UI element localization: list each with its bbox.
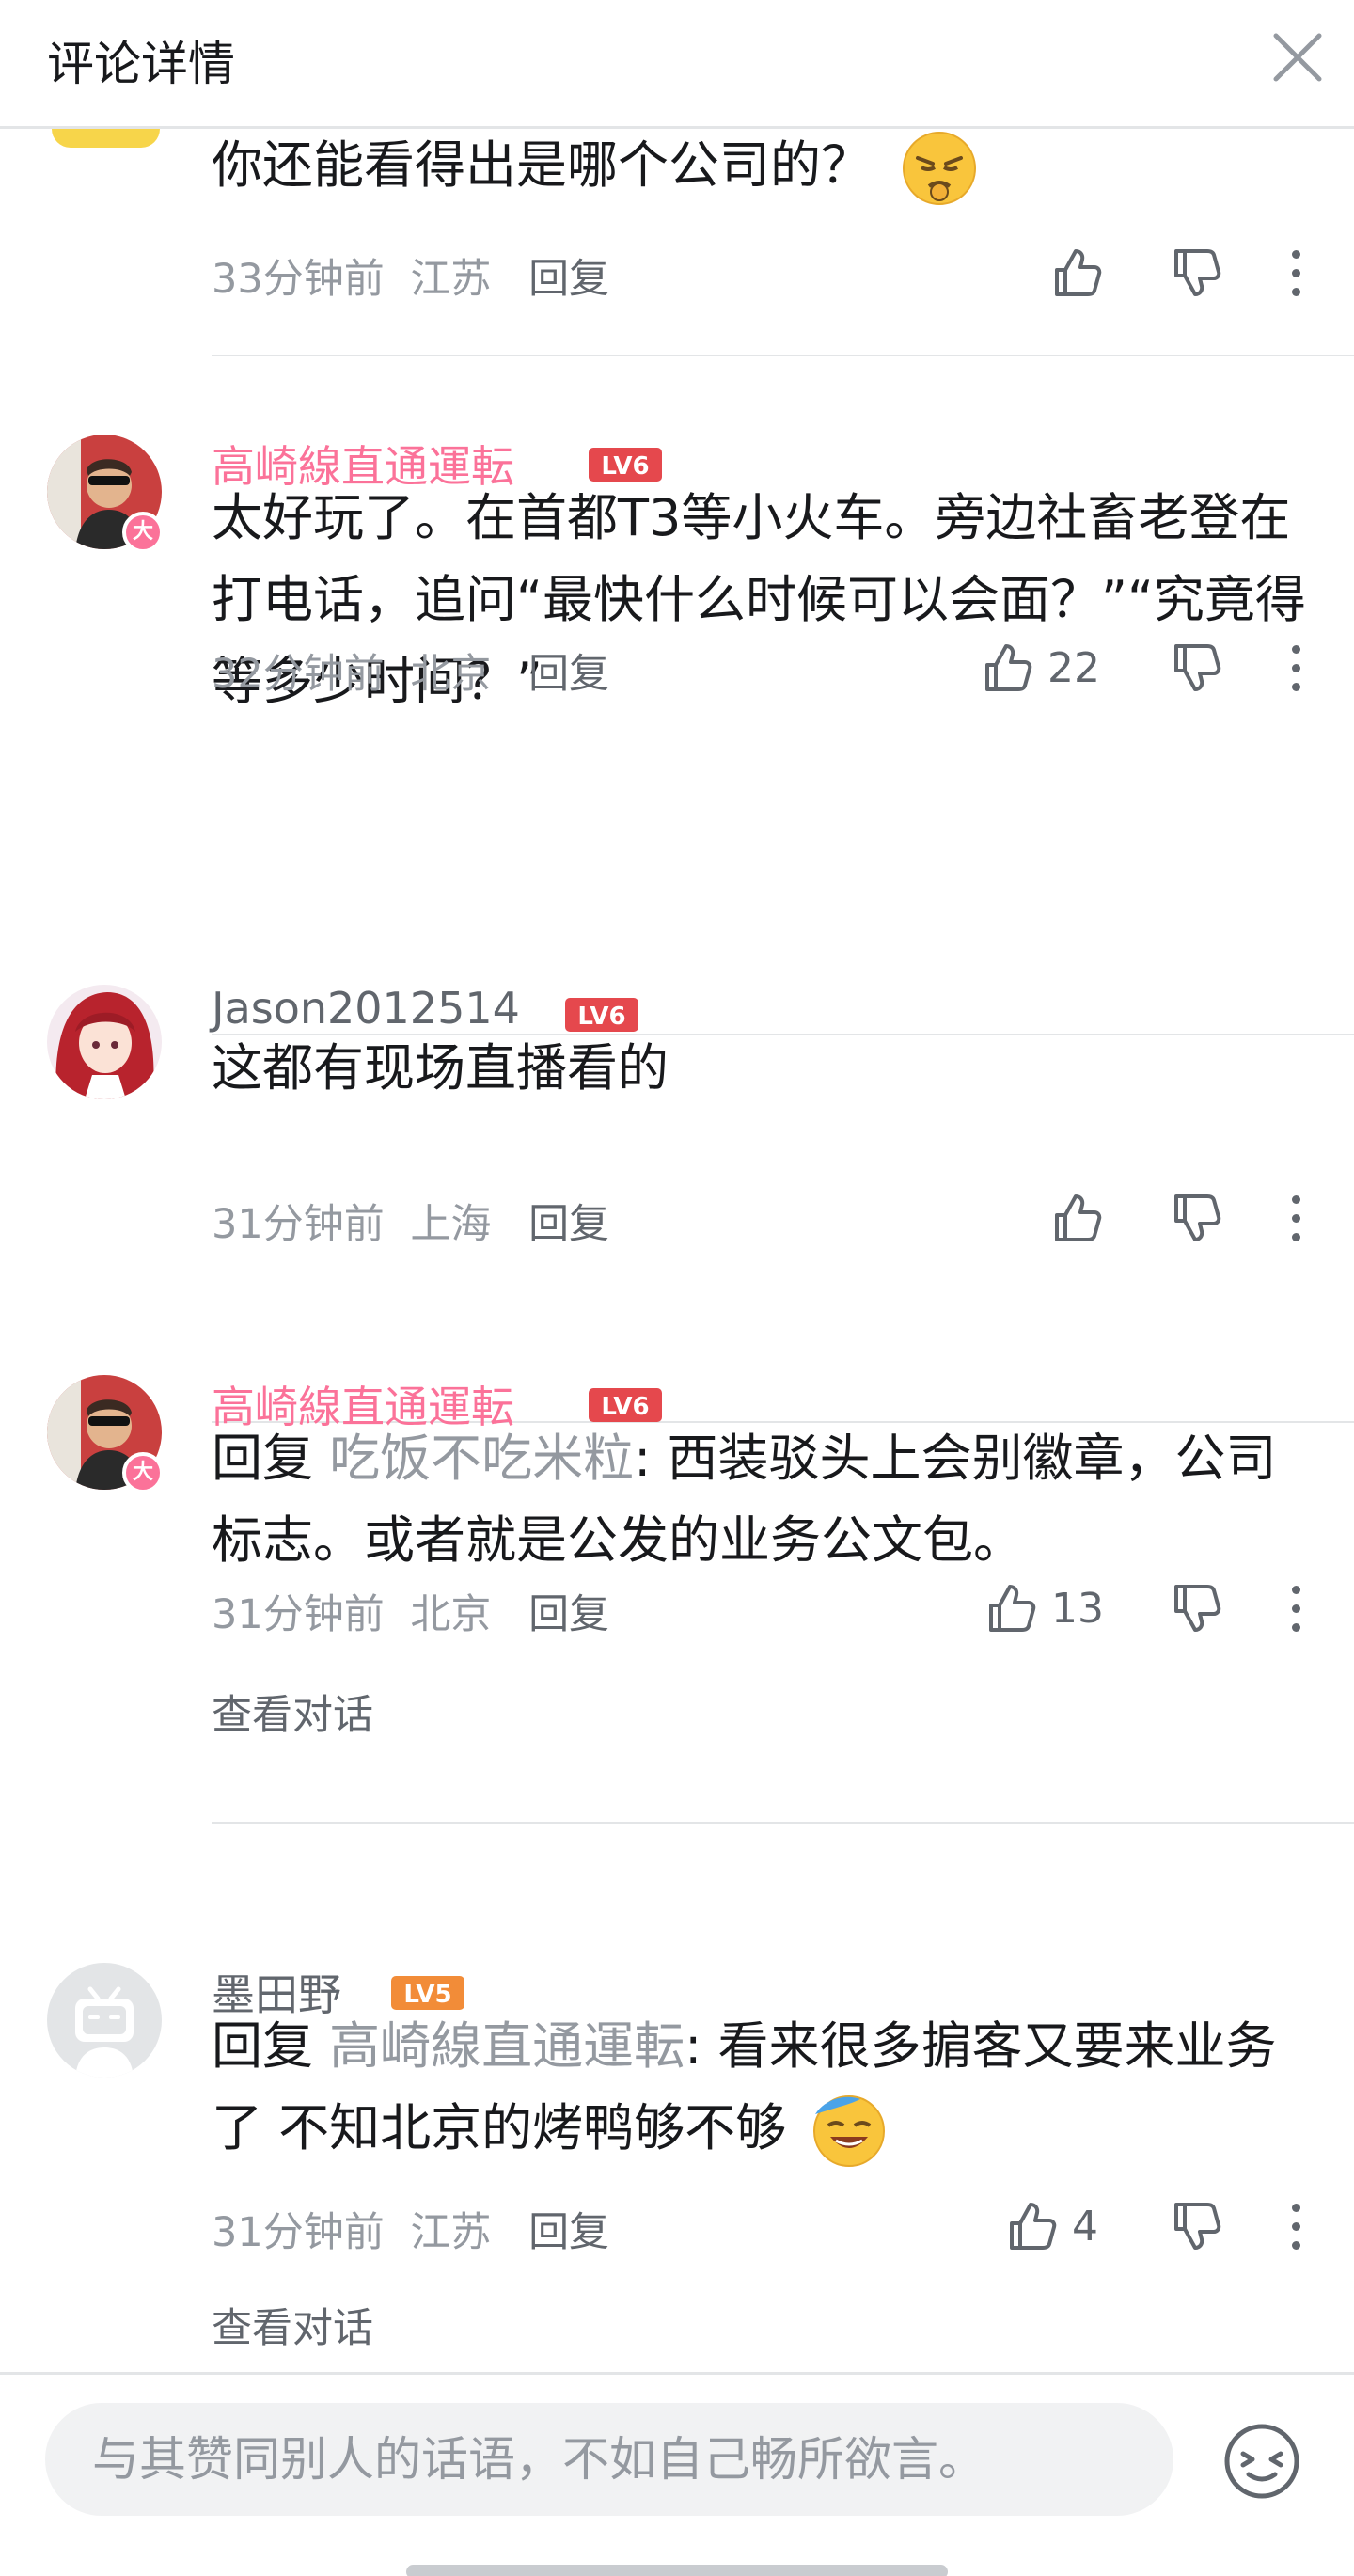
like-count: 13: [1051, 1584, 1104, 1633]
verified-badge: 大: [122, 1452, 164, 1493]
comment-location: 江苏: [410, 2209, 492, 2256]
comment-content: 回复 吃饭不吃米粒: 西装驳头上会别徽章，公司标志。或者就是公发的业务公文包。: [212, 1429, 1277, 1570]
header: 评论详情: [0, 0, 1354, 129]
thumbs-up-icon: [1055, 249, 1102, 296]
reply-to-username[interactable]: 高崎線直通運転: [329, 2016, 685, 2076]
like-button[interactable]: 4: [1004, 2193, 1098, 2259]
comment-meta: 32分钟前 北京 回复: [212, 641, 609, 700]
comment-input[interactable]: [45, 2403, 1173, 2516]
comment-time: 33分钟前: [212, 256, 385, 303]
thumbs-up-icon: [1055, 1194, 1102, 1241]
dislike-button[interactable]: [1163, 1575, 1229, 1641]
default-avatar-icon: [47, 1963, 162, 2078]
like-button[interactable]: [1044, 240, 1110, 306]
like-count: 4: [1072, 2202, 1098, 2251]
comment-meta: 33分钟前 江苏 回复: [212, 246, 609, 305]
like-button[interactable]: 22: [980, 635, 1100, 701]
more-button[interactable]: [1277, 2193, 1315, 2259]
close-button[interactable]: [1265, 24, 1330, 90]
home-indicator: [406, 2565, 948, 2576]
view-conversation-link[interactable]: 查看对话: [212, 2296, 373, 2354]
like-count: 22: [1047, 643, 1100, 692]
reply-button[interactable]: 回复: [528, 2209, 609, 2256]
thumbs-up-icon: [989, 1585, 1036, 1632]
divider: [212, 1822, 1354, 1824]
sneer-emoji-icon: [903, 132, 977, 206]
close-icon: [1273, 33, 1322, 82]
comment-location: 北京: [410, 1591, 492, 1638]
username[interactable]: Jason2012514: [212, 983, 520, 1034]
more-button[interactable]: [1277, 1185, 1315, 1251]
comment-meta: 31分钟前 北京 回复: [212, 1582, 609, 1640]
thumbs-down-icon: [1174, 1194, 1221, 1241]
divider: [212, 355, 1354, 356]
comment-content: 这都有现场直播看的: [212, 1038, 669, 1098]
comment-meta: 31分钟前 江苏 回复: [212, 2200, 609, 2258]
reply-button[interactable]: 回复: [528, 1591, 609, 1638]
dislike-button[interactable]: [1163, 635, 1229, 701]
comment-time: 31分钟前: [212, 2209, 385, 2256]
like-button[interactable]: [1044, 1185, 1110, 1251]
like-button[interactable]: 13: [984, 1575, 1104, 1641]
avatar[interactable]: [47, 985, 162, 1099]
view-conversation-link[interactable]: 查看对话: [212, 1683, 373, 1741]
reply-to-username[interactable]: 吃饭不吃米粒: [329, 1429, 634, 1488]
user-avatar-image: [47, 985, 162, 1099]
verified-badge: 大: [122, 512, 164, 553]
emoji-icon: [1224, 2424, 1299, 2499]
comment-meta: 31分钟前 上海 回复: [212, 1192, 609, 1250]
more-button[interactable]: [1277, 240, 1315, 306]
thumbs-up-icon: [985, 644, 1032, 691]
thumbs-down-icon: [1174, 644, 1221, 691]
thumbs-up-icon: [1010, 2203, 1057, 2250]
reply-button[interactable]: 回复: [528, 1201, 609, 1248]
comment-input-bar: [0, 2372, 1354, 2576]
comment-content: 你还能看得出是哪个公司的？: [212, 129, 1321, 207]
comment-location: 上海: [410, 1201, 492, 1248]
page-title: 评论详情: [47, 37, 235, 91]
comment-input-container[interactable]: [45, 2403, 1173, 2516]
avatar[interactable]: [47, 1963, 162, 2078]
dislike-button[interactable]: [1163, 1185, 1229, 1251]
dislike-button[interactable]: [1163, 2193, 1229, 2259]
comment-time: 31分钟前: [212, 1591, 385, 1638]
avatar[interactable]: [52, 129, 160, 148]
reply-button[interactable]: 回复: [528, 256, 609, 303]
comment-location: 江苏: [410, 256, 492, 303]
laughing-crying-emoji-icon: [813, 2095, 886, 2168]
comment-location: 北京: [410, 651, 492, 698]
thumbs-down-icon: [1174, 1585, 1221, 1632]
more-button[interactable]: [1277, 1575, 1315, 1641]
more-button[interactable]: [1277, 635, 1315, 701]
thumbs-down-icon: [1174, 249, 1221, 296]
comment-list[interactable]: 你还能看得出是哪个公司的？ 33分钟前 江苏 回复 大 高崎線直通運転 LV6 …: [0, 129, 1354, 2372]
reply-button[interactable]: 回复: [528, 651, 609, 698]
thumbs-down-icon: [1174, 2203, 1221, 2250]
emoji-button[interactable]: [1222, 2422, 1301, 2501]
comment-time: 31分钟前: [212, 1201, 385, 1248]
comment-content: 回复 高崎線直通運転: 看来很多掮客又要来业务了 不知北京的烤鸭够不够: [212, 2005, 1321, 2169]
comment-time: 32分钟前: [212, 651, 385, 698]
dislike-button[interactable]: [1163, 240, 1229, 306]
